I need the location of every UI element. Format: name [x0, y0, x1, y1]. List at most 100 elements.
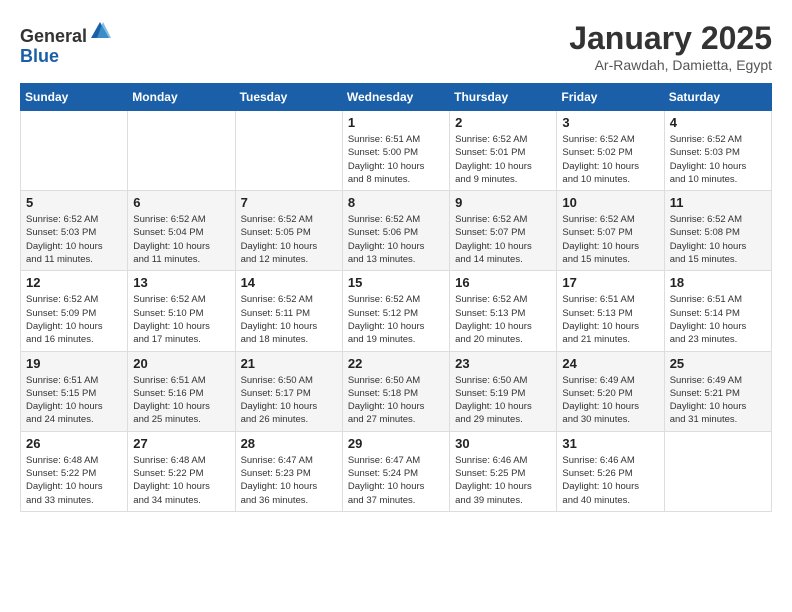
weekday-header-row: SundayMondayTuesdayWednesdayThursdayFrid… — [21, 84, 772, 111]
day-info: Sunrise: 6:51 AM Sunset: 5:00 PM Dayligh… — [348, 133, 444, 186]
calendar-cell: 15 Sunrise: 6:52 AM Sunset: 5:12 PM Dayli… — [342, 271, 449, 351]
calendar-cell: 17Sunrise: 6:51 AM Sunset: 5:13 PM Dayli… — [557, 271, 664, 351]
day-info: Sunrise: 6:52 AM Sunset: 5:06 PM Dayligh… — [348, 213, 444, 266]
calendar-cell — [21, 111, 128, 191]
day-number: 29 — [348, 436, 444, 451]
day-number: 24 — [562, 356, 658, 371]
day-info: Sunrise: 6:49 AM Sunset: 5:21 PM Dayligh… — [670, 374, 766, 427]
day-info: Sunrise: 6:52 AM Sunset: 5:07 PM Dayligh… — [455, 213, 551, 266]
day-info: Sunrise: 6:52 AM Sunset: 5:09 PM Dayligh… — [26, 293, 122, 346]
calendar-week-2: 5Sunrise: 6:52 AM Sunset: 5:03 PM Daylig… — [21, 191, 772, 271]
day-number: 21 — [241, 356, 337, 371]
calendar-week-4: 19 Sunrise: 6:51 AM Sunset: 5:15 PM Dayli… — [21, 351, 772, 431]
day-number: 27 — [133, 436, 229, 451]
calendar-cell: 9 Sunrise: 6:52 AM Sunset: 5:07 PM Daylig… — [450, 191, 557, 271]
day-number: 23 — [455, 356, 551, 371]
logo-general: General — [20, 26, 87, 46]
calendar-week-5: 26 Sunrise: 6:48 AM Sunset: 5:22 PM Dayli… — [21, 431, 772, 511]
day-number: 13 — [133, 275, 229, 290]
day-info: Sunrise: 6:52 AM Sunset: 5:13 PM Dayligh… — [455, 293, 551, 346]
calendar-week-3: 12 Sunrise: 6:52 AM Sunset: 5:09 PM Dayli… — [21, 271, 772, 351]
calendar-cell: 6 Sunrise: 6:52 AM Sunset: 5:04 PM Daylig… — [128, 191, 235, 271]
day-info: Sunrise: 6:51 AM Sunset: 5:15 PM Dayligh… — [26, 374, 122, 427]
calendar-cell: 21 Sunrise: 6:50 AM Sunset: 5:17 PM Dayli… — [235, 351, 342, 431]
calendar-cell: 7 Sunrise: 6:52 AM Sunset: 5:05 PM Daylig… — [235, 191, 342, 271]
day-number: 12 — [26, 275, 122, 290]
weekday-header-saturday: Saturday — [664, 84, 771, 111]
day-info: Sunrise: 6:52 AM Sunset: 5:03 PM Dayligh… — [670, 133, 766, 186]
day-number: 26 — [26, 436, 122, 451]
day-number: 22 — [348, 356, 444, 371]
calendar-cell: 26 Sunrise: 6:48 AM Sunset: 5:22 PM Dayli… — [21, 431, 128, 511]
day-info: Sunrise: 6:49 AM Sunset: 5:20 PM Dayligh… — [562, 374, 658, 427]
weekday-header-thursday: Thursday — [450, 84, 557, 111]
day-info: Sunrise: 6:52 AM Sunset: 5:07 PM Dayligh… — [562, 213, 658, 266]
calendar-cell: 2 Sunrise: 6:52 AM Sunset: 5:01 PM Daylig… — [450, 111, 557, 191]
day-number: 7 — [241, 195, 337, 210]
day-number: 17 — [562, 275, 658, 290]
calendar-cell: 16 Sunrise: 6:52 AM Sunset: 5:13 PM Dayli… — [450, 271, 557, 351]
weekday-header-monday: Monday — [128, 84, 235, 111]
calendar-cell — [235, 111, 342, 191]
calendar-cell: 28 Sunrise: 6:47 AM Sunset: 5:23 PM Dayli… — [235, 431, 342, 511]
day-info: Sunrise: 6:52 AM Sunset: 5:08 PM Dayligh… — [670, 213, 766, 266]
day-info: Sunrise: 6:51 AM Sunset: 5:16 PM Dayligh… — [133, 374, 229, 427]
day-number: 28 — [241, 436, 337, 451]
calendar-cell: 13 Sunrise: 6:52 AM Sunset: 5:10 PM Dayli… — [128, 271, 235, 351]
calendar-cell: 11 Sunrise: 6:52 AM Sunset: 5:08 PM Dayli… — [664, 191, 771, 271]
day-info: Sunrise: 6:52 AM Sunset: 5:04 PM Dayligh… — [133, 213, 229, 266]
weekday-header-sunday: Sunday — [21, 84, 128, 111]
calendar-week-1: 1 Sunrise: 6:51 AM Sunset: 5:00 PM Daylig… — [21, 111, 772, 191]
weekday-header-tuesday: Tuesday — [235, 84, 342, 111]
day-number: 3 — [562, 115, 658, 130]
day-number: 4 — [670, 115, 766, 130]
day-number: 16 — [455, 275, 551, 290]
day-number: 15 — [348, 275, 444, 290]
day-number: 2 — [455, 115, 551, 130]
calendar-cell: 25 Sunrise: 6:49 AM Sunset: 5:21 PM Dayli… — [664, 351, 771, 431]
calendar-cell: 4 Sunrise: 6:52 AM Sunset: 5:03 PM Daylig… — [664, 111, 771, 191]
day-info: Sunrise: 6:46 AM Sunset: 5:26 PM Dayligh… — [562, 454, 658, 507]
weekday-header-wednesday: Wednesday — [342, 84, 449, 111]
calendar-cell: 22 Sunrise: 6:50 AM Sunset: 5:18 PM Dayli… — [342, 351, 449, 431]
day-number: 25 — [670, 356, 766, 371]
day-info: Sunrise: 6:51 AM Sunset: 5:14 PM Dayligh… — [670, 293, 766, 346]
day-info: Sunrise: 6:50 AM Sunset: 5:17 PM Dayligh… — [241, 374, 337, 427]
day-info: Sunrise: 6:52 AM Sunset: 5:12 PM Dayligh… — [348, 293, 444, 346]
logo: General Blue — [20, 20, 111, 67]
day-info: Sunrise: 6:46 AM Sunset: 5:25 PM Dayligh… — [455, 454, 551, 507]
page-header: General Blue January 2025 Ar-Rawdah, Dam… — [20, 20, 772, 73]
day-number: 1 — [348, 115, 444, 130]
calendar-cell: 27 Sunrise: 6:48 AM Sunset: 5:22 PM Dayli… — [128, 431, 235, 511]
day-number: 19 — [26, 356, 122, 371]
title-area: January 2025 Ar-Rawdah, Damietta, Egypt — [569, 20, 772, 73]
calendar-cell: 5Sunrise: 6:52 AM Sunset: 5:03 PM Daylig… — [21, 191, 128, 271]
day-info: Sunrise: 6:48 AM Sunset: 5:22 PM Dayligh… — [26, 454, 122, 507]
month-title: January 2025 — [569, 20, 772, 57]
day-info: Sunrise: 6:52 AM Sunset: 5:01 PM Dayligh… — [455, 133, 551, 186]
day-number: 18 — [670, 275, 766, 290]
day-number: 11 — [670, 195, 766, 210]
calendar-table: SundayMondayTuesdayWednesdayThursdayFrid… — [20, 83, 772, 512]
day-number: 20 — [133, 356, 229, 371]
day-number: 6 — [133, 195, 229, 210]
day-number: 14 — [241, 275, 337, 290]
logo-icon — [89, 20, 111, 42]
day-info: Sunrise: 6:47 AM Sunset: 5:24 PM Dayligh… — [348, 454, 444, 507]
day-number: 30 — [455, 436, 551, 451]
day-info: Sunrise: 6:50 AM Sunset: 5:18 PM Dayligh… — [348, 374, 444, 427]
day-info: Sunrise: 6:52 AM Sunset: 5:10 PM Dayligh… — [133, 293, 229, 346]
day-number: 5 — [26, 195, 122, 210]
day-info: Sunrise: 6:52 AM Sunset: 5:05 PM Dayligh… — [241, 213, 337, 266]
day-info: Sunrise: 6:48 AM Sunset: 5:22 PM Dayligh… — [133, 454, 229, 507]
calendar-cell: 8Sunrise: 6:52 AM Sunset: 5:06 PM Daylig… — [342, 191, 449, 271]
calendar-cell: 23Sunrise: 6:50 AM Sunset: 5:19 PM Dayli… — [450, 351, 557, 431]
calendar-cell: 24 Sunrise: 6:49 AM Sunset: 5:20 PM Dayli… — [557, 351, 664, 431]
calendar-cell: 3Sunrise: 6:52 AM Sunset: 5:02 PM Daylig… — [557, 111, 664, 191]
calendar-cell: 20 Sunrise: 6:51 AM Sunset: 5:16 PM Dayli… — [128, 351, 235, 431]
calendar-cell: 19 Sunrise: 6:51 AM Sunset: 5:15 PM Dayli… — [21, 351, 128, 431]
day-number: 9 — [455, 195, 551, 210]
day-info: Sunrise: 6:47 AM Sunset: 5:23 PM Dayligh… — [241, 454, 337, 507]
calendar-cell — [664, 431, 771, 511]
calendar-cell: 30 Sunrise: 6:46 AM Sunset: 5:25 PM Dayli… — [450, 431, 557, 511]
